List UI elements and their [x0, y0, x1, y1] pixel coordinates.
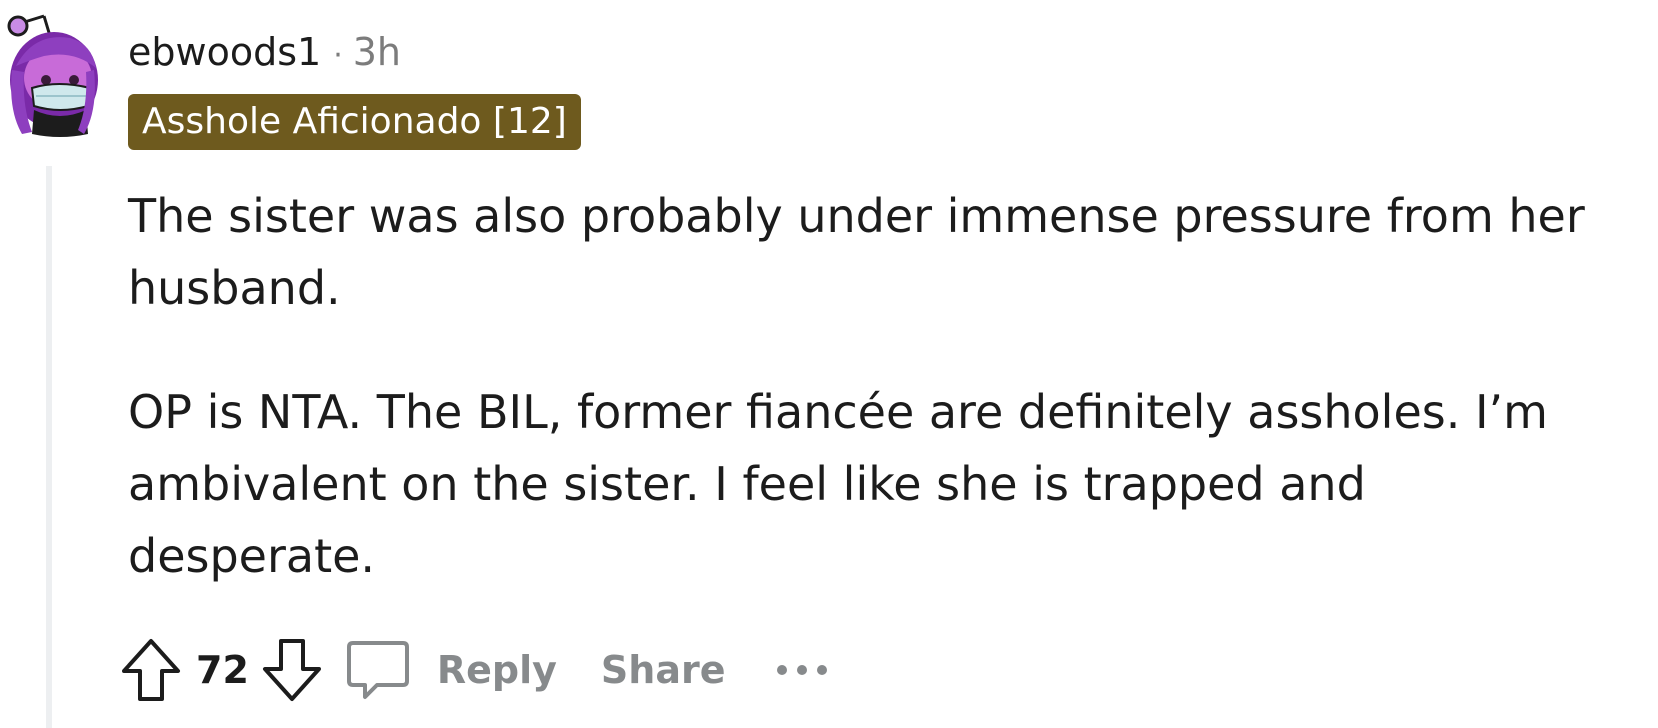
- username[interactable]: ebwoods1: [128, 30, 321, 74]
- meta-separator: ·: [333, 38, 343, 73]
- comment-paragraph: OP is NTA. The BIL, former fiancée are d…: [128, 385, 1548, 583]
- upvote-button[interactable]: [120, 637, 182, 703]
- upvote-arrow-icon: [122, 639, 180, 701]
- reply-label: Reply: [436, 648, 557, 692]
- user-flair: Asshole Aficionado [12]: [128, 94, 581, 150]
- avatar[interactable]: [4, 10, 100, 140]
- comment-header: ebwoods1 · 3h: [128, 30, 401, 78]
- vote-score: 72: [196, 648, 249, 692]
- reply-button[interactable]: Reply: [345, 637, 557, 703]
- comment-actions: 72 Reply Share: [120, 630, 830, 710]
- timestamp[interactable]: 3h: [353, 30, 401, 74]
- more-options-button[interactable]: [774, 662, 830, 678]
- downvote-button[interactable]: [261, 637, 323, 703]
- thread-line[interactable]: [46, 166, 52, 728]
- comment-paragraph: The sister was also probably under immen…: [128, 189, 1585, 315]
- more-dots-icon: [776, 665, 827, 675]
- comment-body: The sister was also probably under immen…: [128, 180, 1618, 644]
- comment-bubble-icon: [346, 641, 409, 699]
- downvote-arrow-icon: [262, 639, 321, 701]
- share-button[interactable]: Share: [601, 648, 726, 692]
